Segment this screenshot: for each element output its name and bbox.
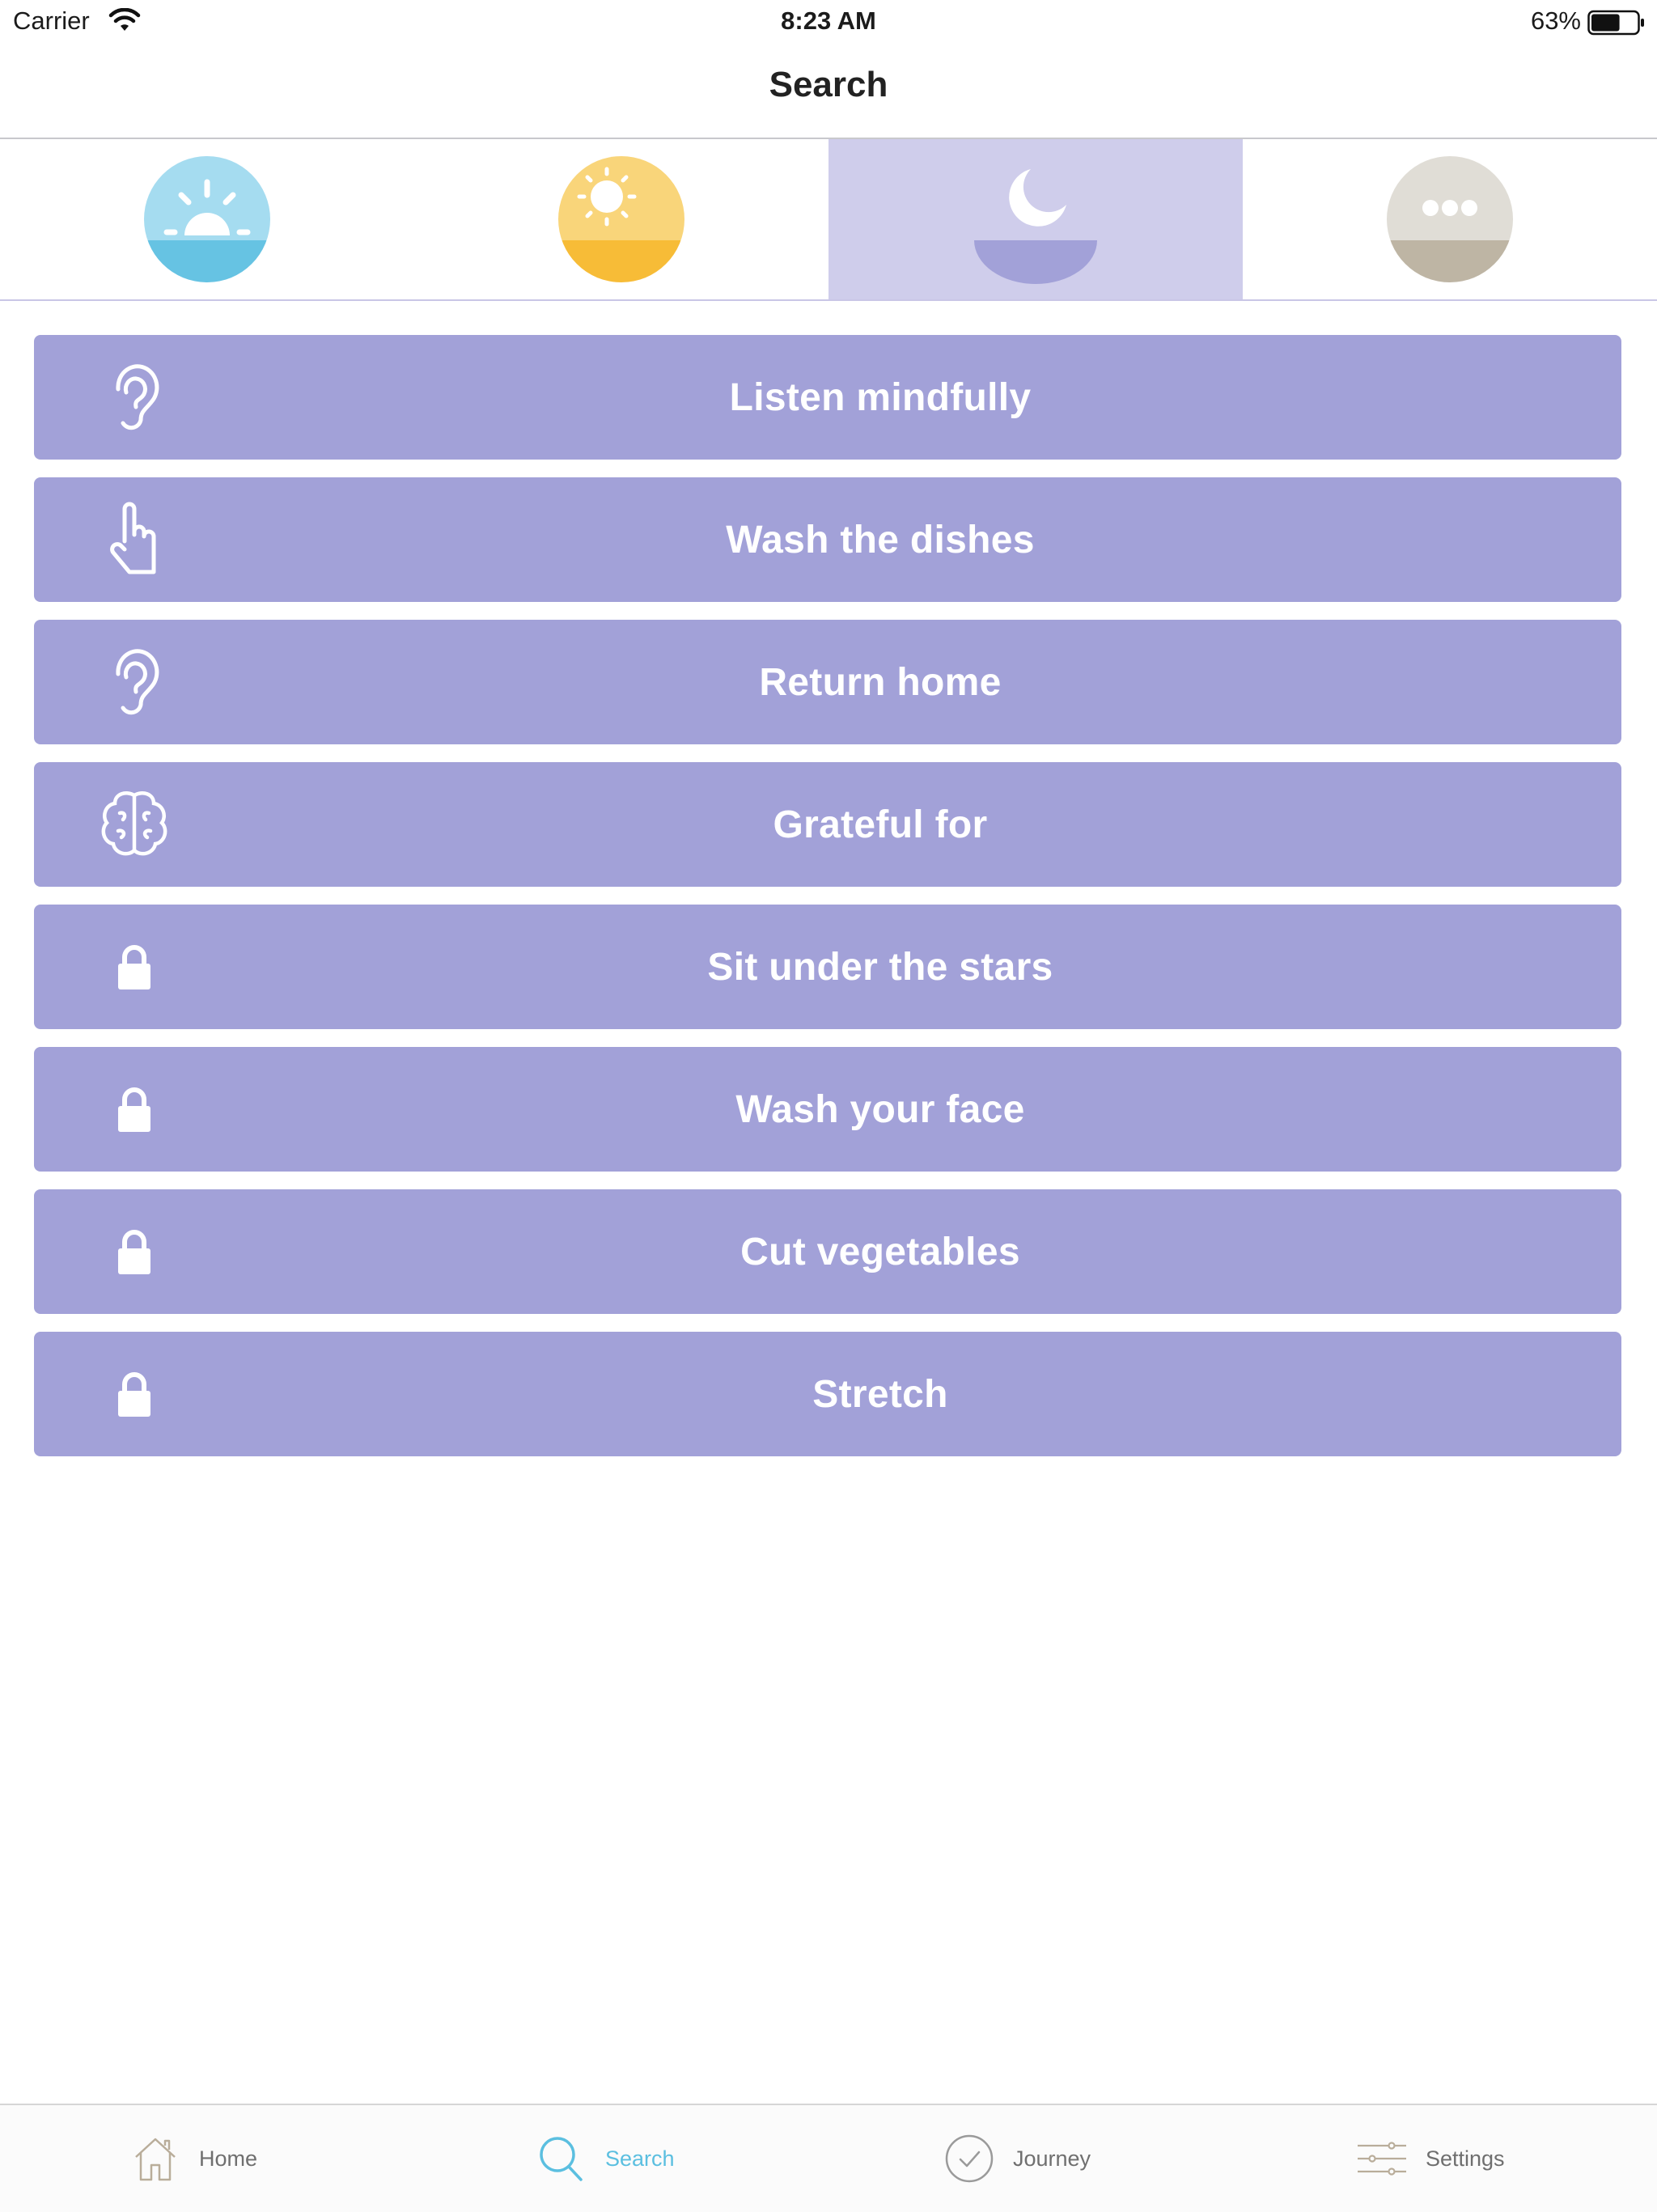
battery-percent: 63% [1530,6,1581,35]
tab-settings-label: Settings [1426,2146,1505,2171]
battery-icon [1587,10,1644,36]
segment-sunrise[interactable] [0,139,414,299]
tab-journey[interactable]: Journey [943,2105,1091,2212]
list-item-label: Sit under the stars [707,945,1053,989]
segment-day[interactable] [414,139,828,299]
home-icon [135,2138,176,2181]
list-item-label: Listen mindfully [729,375,1032,419]
tab-bar: Home Search Journey Settings [0,2104,1657,2212]
list-item-label: Grateful for [773,803,988,846]
brain-icon [94,784,175,865]
ear-icon [94,642,175,723]
sliders-icon [1358,2142,1406,2176]
tab-settings[interactable]: Settings [1356,2105,1505,2212]
tab-home[interactable]: Home [129,2105,257,2212]
hand-pointer-icon [94,499,175,580]
time-of-day-selector [0,139,1657,301]
lock-icon [94,926,175,1007]
moon-icon [974,169,1097,284]
list-item-label: Stretch [812,1372,948,1416]
ear-icon [94,357,175,438]
status-time: 8:23 AM [781,6,876,35]
list-item[interactable]: Stretch [34,1332,1621,1456]
list-item[interactable]: Wash your face [34,1047,1621,1172]
page-title: Search [769,65,888,104]
tab-search[interactable]: Search [536,2105,675,2212]
list-item-label: Wash your face [735,1087,1025,1131]
check-circle-icon [945,2134,994,2183]
tab-journey-label: Journey [1013,2146,1091,2171]
tab-home-label: Home [199,2146,258,2171]
activity-list: Listen mindfully Wash the dishes Return … [34,335,1621,1474]
list-item[interactable]: Return home [34,620,1621,744]
search-icon [540,2137,583,2181]
sun-icon [558,156,684,282]
list-item-label: Cut vegetables [740,1230,1020,1273]
list-item[interactable]: Cut vegetables [34,1189,1621,1314]
list-item[interactable]: Listen mindfully [34,335,1621,460]
list-item-label: Return home [759,660,1002,704]
lock-icon [94,1211,175,1292]
list-item[interactable]: Wash the dishes [34,477,1621,602]
segment-night[interactable] [828,139,1243,299]
lock-icon [94,1354,175,1434]
list-item-label: Wash the dishes [726,518,1035,561]
more-icon [1387,156,1513,282]
sunrise-icon [144,156,270,282]
lock-icon [94,1069,175,1150]
list-item[interactable]: Grateful for [34,762,1621,887]
list-item[interactable]: Sit under the stars [34,905,1621,1029]
tab-search-label: Search [605,2146,675,2171]
status-bar: Carrier 8:23 AM 63% [0,0,1657,45]
segment-other[interactable] [1243,139,1657,299]
